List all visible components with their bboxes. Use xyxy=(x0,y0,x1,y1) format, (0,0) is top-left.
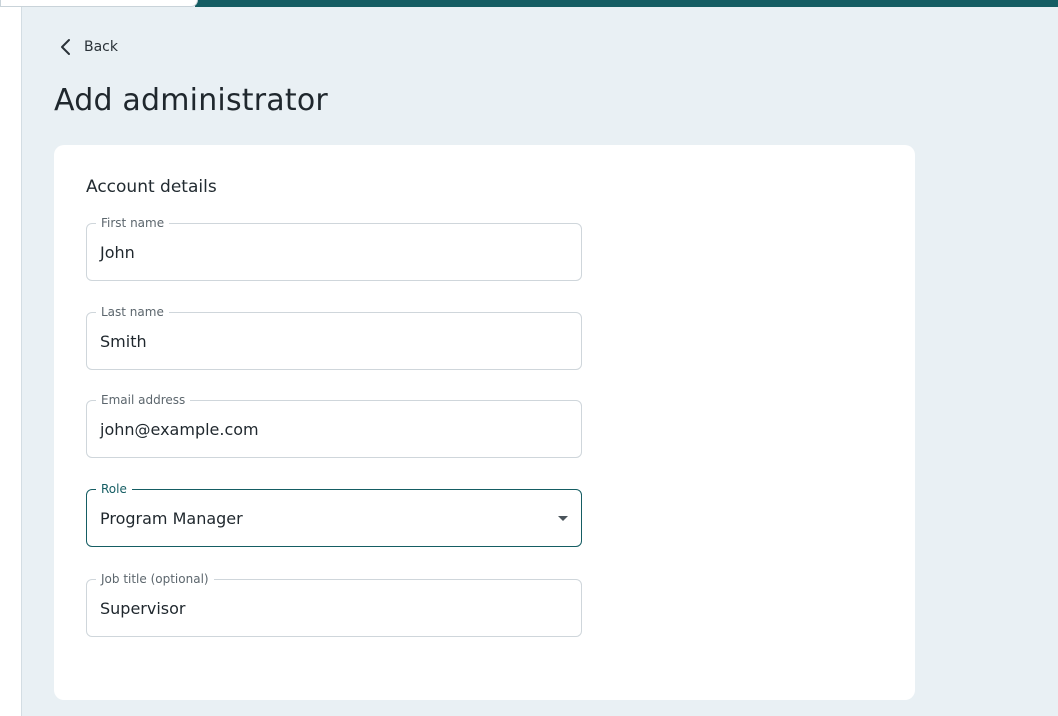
role-select[interactable]: Role Program Manager xyxy=(86,482,582,547)
back-link[interactable]: Back xyxy=(58,35,118,59)
left-rail xyxy=(0,0,22,716)
page-title: Add administrator xyxy=(54,83,328,118)
back-label: Back xyxy=(84,39,118,55)
job-title-value[interactable]: Supervisor xyxy=(100,580,186,636)
chevron-left-icon xyxy=(61,39,70,55)
first-name-value[interactable]: John xyxy=(100,224,135,280)
email-field[interactable]: Email address john@example.com xyxy=(86,393,582,458)
last-name-value[interactable]: Smith xyxy=(100,313,147,369)
role-value[interactable]: Program Manager xyxy=(100,490,243,546)
section-title: Account details xyxy=(86,177,217,197)
last-name-field[interactable]: Last name Smith xyxy=(86,305,582,370)
account-details-card: Account details First name John Last nam… xyxy=(54,145,915,700)
job-title-field[interactable]: Job title (optional) Supervisor xyxy=(86,572,582,637)
email-value[interactable]: john@example.com xyxy=(100,401,259,457)
first-name-field[interactable]: First name John xyxy=(86,216,582,281)
top-bar xyxy=(195,0,1058,7)
caret-down-icon[interactable] xyxy=(558,516,568,521)
top-tab[interactable] xyxy=(0,0,198,7)
